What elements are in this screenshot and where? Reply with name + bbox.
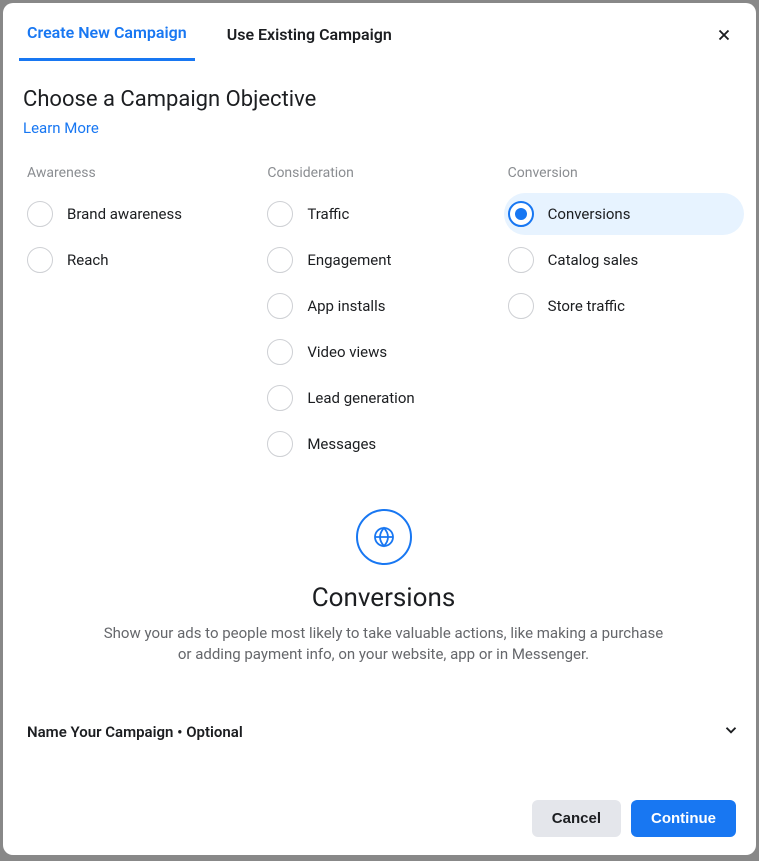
objective-app-installs[interactable]: App installs <box>263 285 503 327</box>
radio-icon <box>27 247 53 273</box>
objective-store-traffic[interactable]: Store traffic <box>504 285 744 327</box>
chevron-down-icon <box>722 721 740 743</box>
radio-label: Traffic <box>307 205 349 223</box>
name-campaign-label: Name Your Campaign • Optional <box>27 723 243 741</box>
column-header-consideration: Consideration <box>263 165 503 181</box>
column-awareness: Awareness Brand awareness Reach <box>23 165 263 469</box>
campaign-modal: Create New Campaign Use Existing Campaig… <box>3 3 756 855</box>
radio-label: Messages <box>307 435 376 453</box>
objective-traffic[interactable]: Traffic <box>263 193 503 235</box>
radio-label: Reach <box>67 251 108 269</box>
radio-icon <box>508 247 534 273</box>
radio-icon <box>267 339 293 365</box>
objective-brand-awareness[interactable]: Brand awareness <box>23 193 263 235</box>
radio-icon <box>267 201 293 227</box>
objective-catalog-sales[interactable]: Catalog sales <box>504 239 744 281</box>
radio-label: Store traffic <box>548 297 625 315</box>
radio-label: Lead generation <box>307 389 414 407</box>
radio-icon <box>267 385 293 411</box>
close-icon <box>715 26 733 44</box>
column-header-conversion: Conversion <box>504 165 744 181</box>
radio-label: Brand awareness <box>67 205 182 223</box>
column-conversion: Conversion Conversions Catalog sales Sto… <box>504 165 744 469</box>
modal-tabs: Create New Campaign Use Existing Campaig… <box>3 3 756 63</box>
objective-lead-generation[interactable]: Lead generation <box>263 377 503 419</box>
objective-detail: Conversions Show your ads to people most… <box>23 509 744 665</box>
radio-icon <box>508 201 534 227</box>
radio-icon <box>267 247 293 273</box>
radio-icon <box>267 293 293 319</box>
globe-icon <box>356 509 412 565</box>
page-title: Choose a Campaign Objective <box>23 87 744 112</box>
modal-footer: Cancel Continue <box>3 786 756 855</box>
radio-icon <box>27 201 53 227</box>
cancel-button[interactable]: Cancel <box>532 800 621 837</box>
modal-body[interactable]: Choose a Campaign Objective Learn More A… <box>3 63 756 786</box>
learn-more-link[interactable]: Learn More <box>23 119 99 137</box>
radio-label: Video views <box>307 343 387 361</box>
radio-label: Catalog sales <box>548 251 639 269</box>
column-header-awareness: Awareness <box>23 165 263 181</box>
radio-label: Engagement <box>307 251 391 269</box>
close-button[interactable] <box>710 21 738 49</box>
continue-button[interactable]: Continue <box>631 800 736 837</box>
column-consideration: Consideration Traffic Engagement App ins… <box>263 165 503 469</box>
radio-icon <box>508 293 534 319</box>
name-campaign-toggle[interactable]: Name Your Campaign • Optional <box>23 713 744 751</box>
objective-video-views[interactable]: Video views <box>263 331 503 373</box>
objective-messages[interactable]: Messages <box>263 423 503 465</box>
objective-reach[interactable]: Reach <box>23 239 263 281</box>
radio-icon <box>267 431 293 457</box>
tab-use-existing[interactable]: Use Existing Campaign <box>219 7 400 60</box>
objective-engagement[interactable]: Engagement <box>263 239 503 281</box>
radio-label: Conversions <box>548 205 631 223</box>
objective-detail-description: Show your ads to people most likely to t… <box>104 623 664 665</box>
radio-label: App installs <box>307 297 385 315</box>
tab-create-new[interactable]: Create New Campaign <box>19 5 195 61</box>
objective-conversions[interactable]: Conversions <box>504 193 744 235</box>
objective-columns: Awareness Brand awareness Reach Consider… <box>23 165 744 469</box>
objective-detail-title: Conversions <box>63 583 704 613</box>
